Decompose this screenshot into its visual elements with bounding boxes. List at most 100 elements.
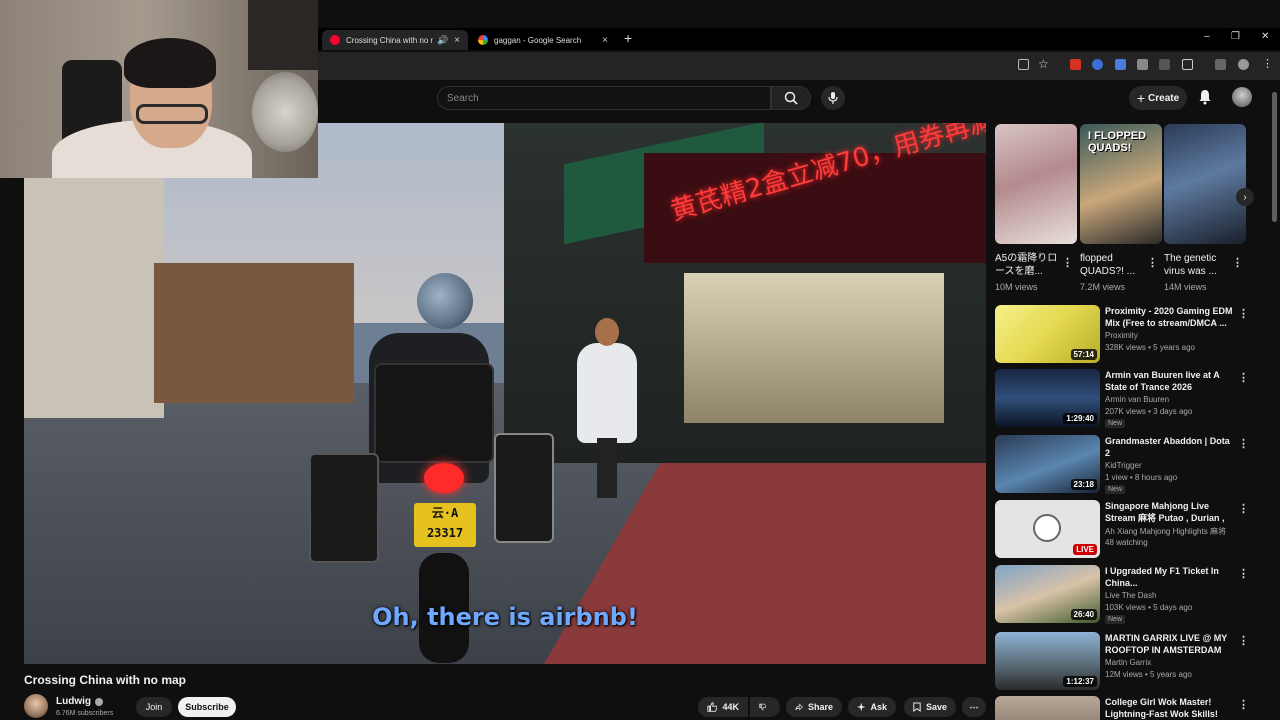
shelf-title[interactable]: The genetic virus was ... xyxy=(1164,252,1234,278)
join-button[interactable]: Join xyxy=(136,697,172,717)
recommendation-meta: 48 watching xyxy=(1105,538,1148,547)
more-vertical-icon[interactable]: ⋮ xyxy=(1238,437,1249,450)
channel-name[interactable]: Ludwig xyxy=(56,696,103,707)
cast-icon[interactable] xyxy=(1018,59,1029,70)
new-badge: New xyxy=(1105,419,1126,428)
license-plate: 云·A 23317 xyxy=(414,503,476,547)
recommendation-thumbnail[interactable]: 23:18 xyxy=(995,435,1100,493)
gmail-extension-icon[interactable] xyxy=(1070,59,1081,70)
tab-google-search[interactable]: gaggan - Google Search × xyxy=(470,30,616,50)
channel-name-text: Ludwig xyxy=(56,696,91,707)
recommendation-meta: 1 view • 8 hours ago xyxy=(1105,473,1178,482)
extensions-puzzle-icon[interactable] xyxy=(1182,59,1193,70)
share-label: Share xyxy=(807,702,833,712)
recommendation-channel[interactable]: KidTrigger xyxy=(1105,461,1142,470)
search-input[interactable]: Search xyxy=(437,86,771,110)
channel-avatar[interactable] xyxy=(24,694,48,718)
close-tab-icon[interactable]: × xyxy=(454,35,460,46)
recommendation-title[interactable]: Grandmaster Abaddon | Dota 2 xyxy=(1105,435,1233,459)
profile-icon[interactable] xyxy=(1238,59,1249,70)
recommendation-channel[interactable]: Ah Xiang Mahjong Highlights 麻将 xyxy=(1105,526,1226,537)
recommendation-item[interactable]: 23:18 Grandmaster Abaddon | Dota 2 KidTr… xyxy=(995,435,1255,495)
recommendation-channel[interactable]: Proximity xyxy=(1105,331,1138,340)
extension-icon[interactable] xyxy=(1115,59,1126,70)
recommendation-thumbnail[interactable]: 26:40 xyxy=(995,565,1100,623)
address-bar[interactable] xyxy=(318,52,1280,80)
bookmark-star-icon[interactable]: ☆ xyxy=(1038,57,1049,71)
recommendation-title[interactable]: Armin van Buuren live at A State of Tran… xyxy=(1105,369,1233,393)
bookmark-icon xyxy=(913,702,921,712)
recommendation-thumbnail[interactable]: 1:12:37 xyxy=(995,632,1100,690)
dislike-button[interactable] xyxy=(750,697,780,717)
recommendation-thumbnail[interactable]: 57:14 xyxy=(995,305,1100,363)
live-badge: LIVE xyxy=(1073,544,1097,555)
recommendation-meta: 207K views • 3 days ago xyxy=(1105,407,1193,416)
more-vertical-icon[interactable]: ⋮ xyxy=(1238,371,1249,384)
voice-search-button[interactable] xyxy=(821,86,845,110)
shelf-thumbnail[interactable]: I FLOPPED QUADS! xyxy=(1080,124,1162,244)
more-vertical-icon[interactable]: ⋮ xyxy=(1232,256,1243,269)
recommendation-title[interactable]: Singapore Mahjong Live Stream 麻将 Putao ,… xyxy=(1105,500,1233,524)
recommendation-channel[interactable]: Martin Garrix xyxy=(1105,658,1151,667)
browser-menu-icon[interactable]: ⋮ xyxy=(1262,57,1273,70)
channel-logo-icon xyxy=(1033,514,1061,542)
more-vertical-icon[interactable]: ⋮ xyxy=(1147,256,1158,269)
top-case xyxy=(374,363,494,463)
shelf-next-button[interactable]: › xyxy=(1236,188,1254,206)
video-scene-building xyxy=(24,178,164,418)
more-vertical-icon[interactable]: ⋮ xyxy=(1238,567,1249,580)
shelf-title[interactable]: A5の霜降りロースを磨... xyxy=(995,252,1065,278)
recommendation-thumbnail[interactable] xyxy=(995,696,1100,720)
pedestrian-coat xyxy=(577,343,637,443)
recommendation-meta: 12M views • 5 years ago xyxy=(1105,670,1192,679)
restore-icon[interactable]: ❐ xyxy=(1231,31,1240,42)
notifications-bell-icon[interactable] xyxy=(1198,89,1212,110)
extension-icon[interactable] xyxy=(1159,59,1170,70)
speaker-icon[interactable]: 🔊 xyxy=(437,35,448,46)
new-tab-button[interactable]: + xyxy=(624,30,632,46)
like-button[interactable]: 44K xyxy=(698,697,748,717)
more-actions-button[interactable]: ⋯ xyxy=(962,697,986,717)
tab-youtube-video[interactable]: Crossing China with no map 🔊 × xyxy=(322,30,468,50)
minimize-icon[interactable]: – xyxy=(1204,31,1210,42)
subscribe-button[interactable]: Subscribe xyxy=(178,697,236,717)
search-button[interactable] xyxy=(771,86,811,110)
recommendation-item[interactable]: 26:40 I Upgraded My F1 Ticket In China..… xyxy=(995,565,1255,625)
extension-icon[interactable] xyxy=(1215,59,1226,70)
share-button[interactable]: Share xyxy=(786,697,842,717)
more-vertical-icon[interactable]: ⋮ xyxy=(1238,502,1249,515)
user-avatar[interactable] xyxy=(1232,87,1252,107)
recommendation-title[interactable]: Proximity - 2020 Gaming EDM Mix (Free to… xyxy=(1105,305,1233,329)
recommendation-title[interactable]: MARTIN GARRIX LIVE @ MY ROOFTOP IN AMSTE… xyxy=(1105,632,1233,656)
recommendation-thumbnail[interactable]: 1:29:40 xyxy=(995,369,1100,427)
close-window-icon[interactable]: ✕ xyxy=(1261,31,1269,42)
page-scrollbar[interactable] xyxy=(1272,92,1277,222)
close-tab-icon[interactable]: × xyxy=(602,35,608,46)
recommendation-thumbnail[interactable]: LIVE xyxy=(995,500,1100,558)
recommendation-item[interactable]: 1:12:37 MARTIN GARRIX LIVE @ MY ROOFTOP … xyxy=(995,632,1255,692)
recommendation-item[interactable]: College Girl Wok Master! Lightning-Fast … xyxy=(995,696,1255,720)
recommendation-channel[interactable]: Armin van Buuren xyxy=(1105,395,1169,404)
plus-icon: + xyxy=(1136,90,1146,106)
recommendation-title[interactable]: I Upgraded My F1 Ticket In China... xyxy=(1105,565,1233,589)
create-button[interactable]: + Create xyxy=(1129,86,1187,110)
recommendation-item[interactable]: 57:14 Proximity - 2020 Gaming EDM Mix (F… xyxy=(995,305,1255,365)
video-player[interactable]: 黄芪精2盒立减70，用券再减1 云·A 23317 xyxy=(24,123,986,664)
more-vertical-icon[interactable]: ⋮ xyxy=(1238,307,1249,320)
shelf-thumbnail[interactable] xyxy=(995,124,1077,244)
more-vertical-icon[interactable]: ⋮ xyxy=(1238,698,1249,711)
save-button[interactable]: Save xyxy=(904,697,956,717)
recommendation-item[interactable]: 1:29:40 Armin van Buuren live at A State… xyxy=(995,369,1255,429)
more-vertical-icon[interactable]: ⋮ xyxy=(1238,634,1249,647)
extension-icon[interactable] xyxy=(1092,59,1103,70)
ask-button[interactable]: Ask xyxy=(848,697,896,717)
recommendation-title[interactable]: College Girl Wok Master! Lightning-Fast … xyxy=(1105,696,1233,720)
shelf-thumbnail[interactable] xyxy=(1164,124,1246,244)
more-vertical-icon[interactable]: ⋮ xyxy=(1062,256,1073,269)
recommendation-channel[interactable]: Live The Dash xyxy=(1105,591,1156,600)
video-title: Crossing China with no map xyxy=(24,673,187,687)
google-favicon-icon xyxy=(478,35,488,45)
recommendation-item[interactable]: LIVE Singapore Mahjong Live Stream 麻将 Pu… xyxy=(995,500,1255,560)
volume-extension-icon[interactable] xyxy=(1137,59,1148,70)
shelf-title[interactable]: flopped QUADS?! ... xyxy=(1080,252,1150,278)
